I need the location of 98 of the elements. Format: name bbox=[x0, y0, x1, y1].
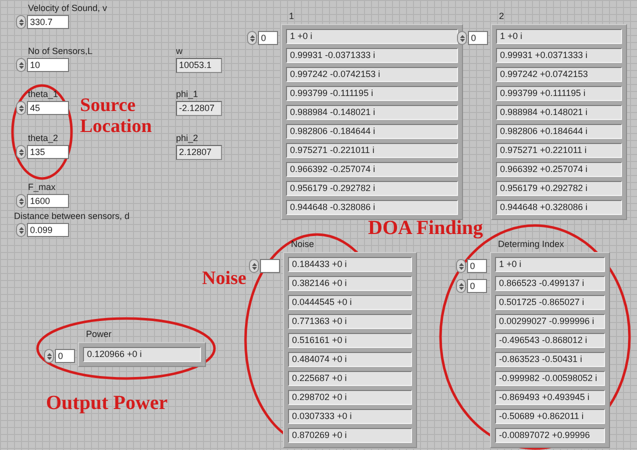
increment-decrement-control[interactable] bbox=[44, 349, 54, 363]
array-element: 0.993799 +0.111195 i bbox=[496, 86, 622, 101]
numeric-field[interactable]: 10 bbox=[27, 58, 69, 72]
indicator-label: phi_1 bbox=[176, 89, 200, 100]
up-down-arrows-icon bbox=[18, 62, 24, 68]
array-element: 0.966392 +0.257074 i bbox=[496, 162, 622, 177]
up-down-arrows-icon bbox=[18, 18, 24, 26]
up-down-arrows-icon bbox=[460, 34, 464, 42]
array-label: 1 bbox=[289, 11, 296, 22]
array-element: 0.988984 +0.148021 i bbox=[496, 105, 622, 120]
array-element: 0.993799 -0.111195 i bbox=[286, 86, 458, 101]
array-element: 0.997242 +0.0742153 bbox=[496, 67, 622, 82]
array-element: 0.120966 +0 i bbox=[83, 347, 201, 362]
array-label: Noise bbox=[291, 239, 316, 250]
increment-decrement-control[interactable] bbox=[16, 15, 26, 29]
array-element: -0.496543 -0.868012 i bbox=[495, 333, 605, 348]
array-element: 1 +0 i bbox=[495, 257, 605, 272]
array-label: Determing Index bbox=[498, 239, 566, 250]
array-element: 0.382146 +0 i bbox=[288, 276, 412, 291]
control-label: theta_2 bbox=[28, 133, 60, 144]
up-down-arrows-icon bbox=[18, 226, 24, 234]
array-element: 0.982806 +0.184644 i bbox=[496, 124, 622, 139]
indicator-label: w bbox=[176, 46, 184, 57]
array-label: 2 bbox=[499, 11, 506, 22]
increment-decrement-control[interactable] bbox=[16, 194, 26, 208]
up-down-arrows-icon bbox=[458, 282, 464, 290]
array-element: -0.999982 -0.00598052 i bbox=[495, 371, 605, 386]
indicator-label: phi_2 bbox=[176, 133, 200, 144]
index-field[interactable] bbox=[260, 259, 280, 273]
increment-decrement-control[interactable] bbox=[247, 31, 257, 45]
index-field[interactable]: 0 bbox=[467, 259, 487, 273]
array-element: 0.870269 +0 i bbox=[288, 428, 412, 443]
index-field[interactable]: 0 bbox=[467, 279, 487, 293]
index-field[interactable]: 0 bbox=[468, 31, 488, 45]
up-down-arrows-icon bbox=[46, 352, 52, 360]
numeric-indicator: -2.12807 bbox=[176, 101, 222, 116]
array-element: 1 +0 i bbox=[286, 29, 458, 44]
control-label: theta_1 bbox=[28, 89, 60, 100]
array-element: 0.997242 -0.0742153 i bbox=[286, 67, 458, 82]
array-element: 0.975271 -0.221011 i bbox=[286, 143, 458, 158]
index-field[interactable]: 0 bbox=[258, 31, 278, 45]
array-element: 0.988984 -0.148021 i bbox=[286, 105, 458, 120]
array-element: 0.184433 +0 i bbox=[288, 257, 412, 272]
array-element: 0.484074 +0 i bbox=[288, 352, 412, 367]
numeric-field[interactable]: 45 bbox=[27, 101, 69, 115]
numeric-field[interactable]: 0.099 bbox=[27, 223, 69, 237]
increment-decrement-control[interactable] bbox=[456, 279, 466, 293]
array-element: 0.975271 +0.221011 i bbox=[496, 143, 622, 158]
up-down-arrows-icon bbox=[252, 262, 256, 270]
increment-decrement-control[interactable] bbox=[16, 145, 26, 159]
array-element: 1 +0 i bbox=[496, 29, 622, 44]
numeric-indicator: 2.12807 bbox=[176, 145, 222, 160]
array-element: -0.50689 +0.862011 i bbox=[495, 409, 605, 424]
array-element: 0.944648 -0.328086 i bbox=[286, 200, 458, 215]
array-element: 0.771363 +0 i bbox=[288, 314, 412, 329]
numeric-field[interactable]: 1600 bbox=[27, 194, 69, 208]
control-label: F_max bbox=[28, 182, 57, 193]
array-element: 0.982806 -0.184644 i bbox=[286, 124, 458, 139]
up-down-arrows-icon bbox=[18, 198, 24, 204]
array-element: 0.516161 +0 i bbox=[288, 333, 412, 348]
increment-decrement-control[interactable] bbox=[249, 259, 259, 273]
control-label: Velocity of Sound, v bbox=[28, 3, 108, 14]
array-element: 0.0444545 +0 i bbox=[288, 295, 412, 310]
numeric-field[interactable]: 135 bbox=[27, 145, 69, 159]
array-element: -0.869493 +0.493945 i bbox=[495, 390, 605, 405]
array-element: 0.99931 +0.0371333 i bbox=[496, 48, 622, 63]
up-down-arrows-icon bbox=[18, 104, 24, 112]
up-down-arrows-icon bbox=[250, 34, 254, 42]
annotation-text: Output Power bbox=[46, 393, 169, 414]
array-element: 0.298702 +0 i bbox=[288, 390, 412, 405]
array-label: Power bbox=[86, 329, 113, 340]
control-label: No of Sensors,L bbox=[28, 46, 93, 57]
array-element: 0.00299027 -0.999996 i bbox=[495, 314, 605, 329]
array-element: 0.944648 +0.328086 i bbox=[496, 200, 622, 215]
array-element: 0.225687 +0 i bbox=[288, 371, 412, 386]
array-element: 0.501725 -0.865027 i bbox=[495, 295, 605, 310]
increment-decrement-control[interactable] bbox=[457, 31, 467, 45]
control-label: Distance between sensors, d bbox=[14, 211, 130, 222]
array-element: 0.866523 -0.499137 i bbox=[495, 276, 605, 291]
array-element: 0.0307333 +0 i bbox=[288, 409, 412, 424]
array-element: 0.966392 -0.257074 i bbox=[286, 162, 458, 177]
numeric-field[interactable]: 330.7 bbox=[27, 15, 69, 29]
increment-decrement-control[interactable] bbox=[16, 101, 26, 115]
increment-decrement-control[interactable] bbox=[456, 259, 466, 273]
index-field[interactable]: 0 bbox=[55, 349, 75, 363]
annotation-text: Noise bbox=[202, 268, 248, 289]
increment-decrement-control[interactable] bbox=[16, 223, 26, 237]
annotation-text: DOA Finding bbox=[368, 218, 484, 239]
increment-decrement-control[interactable] bbox=[16, 58, 26, 72]
annotation-text: Source Location bbox=[80, 95, 153, 137]
up-down-arrows-icon bbox=[18, 148, 24, 156]
up-down-arrows-icon bbox=[458, 262, 464, 270]
array-element: 0.956179 -0.292782 i bbox=[286, 181, 458, 196]
array-element: 0.99931 -0.0371333 i bbox=[286, 48, 458, 63]
array-element: -0.863523 -0.50431 i bbox=[495, 352, 605, 367]
array-element: 0.956179 +0.292782 i bbox=[496, 181, 622, 196]
numeric-indicator: 10053.1 bbox=[176, 58, 222, 73]
array-element: -0.00897072 +0.99996 bbox=[495, 428, 605, 443]
